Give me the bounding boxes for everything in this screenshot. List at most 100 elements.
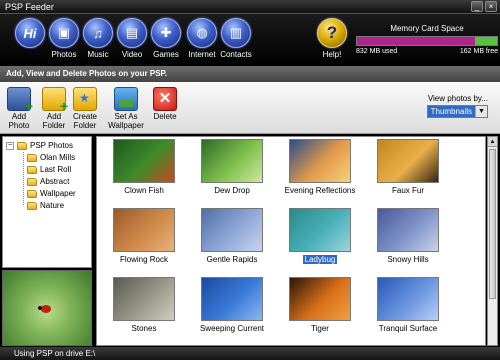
caption-text: Tiger — [311, 324, 329, 333]
thumbnail-image — [201, 139, 263, 183]
photo-thumbnail[interactable]: Snowy Hills — [365, 208, 451, 264]
thumbnail-image — [377, 277, 439, 321]
memory-used-value: 832 MB used — [356, 48, 398, 55]
photo-thumbnail[interactable]: Gentle Rapids — [189, 208, 275, 264]
thumbnail-image — [289, 277, 351, 321]
caption-text: Clown Fish — [124, 186, 164, 195]
memory-free-value: 162 MB free — [459, 48, 498, 55]
memory-card-space: Memory Card Space 832 MB used 162 MB fre… — [356, 24, 498, 55]
photo-thumbnail[interactable]: Faux Fur — [365, 139, 451, 195]
nav-music[interactable]: ♫ Music — [82, 18, 114, 59]
tree-item-label: Olan Mills — [40, 153, 76, 162]
create-folder-label: Create Folder — [72, 112, 97, 130]
toolbar: Add Photo Add Folder Create Folder Set A… — [0, 82, 500, 134]
tree-item-last-roll[interactable]: Last Roll — [27, 165, 71, 174]
nav-games[interactable]: ✚ Games — [150, 18, 182, 59]
caption-text: Faux Fur — [391, 186, 424, 195]
home-button[interactable]: Hi — [14, 18, 46, 48]
delete-button[interactable]: ✕ Delete — [143, 87, 187, 121]
nav-contacts[interactable]: ▥ Contacts — [220, 18, 252, 59]
thumbnail-caption: Sweeping Current — [189, 324, 275, 333]
section-header: Add, View and Delete Photos on your PSP. — [0, 66, 500, 82]
tree-line — [23, 152, 24, 205]
nav-video[interactable]: ▤ Video — [116, 18, 148, 59]
film-icon: ▤ — [117, 18, 147, 48]
photo-thumbnail[interactable]: Evening Reflections — [277, 139, 363, 195]
nav-internet[interactable]: ◍ Internet — [186, 18, 218, 59]
nav-photos[interactable]: ▣ Photos — [48, 18, 80, 59]
nav-label: Music — [87, 50, 109, 59]
section-title: Add, View and Delete Photos on your PSP. — [6, 69, 168, 78]
photo-thumbnail[interactable]: Tiger — [277, 277, 363, 333]
nav-label: Internet — [188, 50, 216, 59]
caption-text: Evening Reflections — [284, 186, 356, 195]
view-by-select[interactable]: Thumbnails ▼ — [426, 105, 488, 118]
window-controls: _ × — [471, 1, 497, 12]
thumbnail-image — [377, 208, 439, 252]
vertical-scrollbar[interactable]: ▲ — [487, 136, 498, 346]
close-button[interactable]: × — [485, 1, 497, 12]
delete-x-icon: ✕ — [153, 87, 177, 111]
home-hi-icon: Hi — [15, 18, 45, 48]
collapse-icon[interactable]: − — [6, 141, 14, 150]
set-wallpaper-button[interactable]: Set As Wallpaper — [104, 87, 148, 130]
nav-label: Video — [121, 50, 143, 59]
photo-thumbnail[interactable]: Clown Fish — [101, 139, 187, 195]
minimize-button[interactable]: _ — [471, 1, 483, 12]
tree-item-label: Wallpaper — [40, 189, 76, 198]
photo-thumbnail[interactable]: Stones — [101, 277, 187, 333]
tree-root[interactable]: − PSP Photos — [6, 141, 73, 150]
thumbnail-image — [201, 208, 263, 252]
title-bar: PSP Feeder _ × — [0, 0, 500, 14]
thumbnail-image — [113, 208, 175, 252]
folder-icon — [17, 141, 27, 150]
thumbnail-caption: Dew Drop — [189, 186, 275, 195]
memory-usage-bar — [356, 36, 498, 46]
thumbnail-image — [113, 139, 175, 183]
tree-item-label: Nature — [40, 201, 65, 210]
photo-thumbnail[interactable]: Tranquil Surface — [365, 277, 451, 333]
thumbnail-caption: Evening Reflections — [277, 186, 363, 195]
help-button[interactable]: ? Help! — [316, 18, 348, 59]
dropdown-arrow-icon[interactable]: ▼ — [475, 106, 487, 117]
scroll-up-icon[interactable]: ▲ — [488, 137, 497, 147]
caption-text: Ladybug — [301, 254, 339, 265]
create-folder-button[interactable]: Create Folder — [63, 87, 107, 130]
help-label: Help! — [322, 50, 342, 59]
gamepad-icon: ✚ — [151, 18, 181, 48]
photo-thumbnail[interactable]: Ladybug — [277, 208, 363, 265]
tree-item-label: Abstract — [40, 177, 70, 186]
tree-item-olan-mills[interactable]: Olan Mills — [27, 153, 75, 162]
wallpaper-monitor-icon — [114, 87, 138, 111]
ladybug-image — [38, 305, 51, 313]
folder-tree: − PSP Photos Olan Mills Last Roll Abstra… — [2, 136, 92, 268]
thumbnail-caption: Ladybug — [277, 254, 363, 265]
caption-text: Sweeping Current — [199, 324, 265, 333]
tree-item-wallpaper[interactable]: Wallpaper — [27, 189, 76, 198]
status-bar: Using PSP on drive E:\ — [0, 347, 500, 360]
window-title: PSP Feeder — [5, 2, 54, 12]
tree-item-nature[interactable]: Nature — [27, 201, 64, 210]
caption-text: Stones — [131, 324, 157, 333]
thumbnail-caption: Gentle Rapids — [189, 255, 275, 264]
caption-text: Flowing Rock — [119, 255, 168, 264]
delete-label: Delete — [153, 112, 177, 121]
nav-label: Games — [153, 50, 179, 59]
caption-text: Dew Drop — [214, 186, 250, 195]
thumbnail-caption: Tiger — [277, 324, 363, 333]
help-icon: ? — [317, 18, 347, 48]
main-nav: Hi ▣ Photos ♫ Music ▤ Video ✚ Games ◍ In… — [0, 14, 500, 66]
thumbnail-caption: Snowy Hills — [365, 255, 451, 264]
photo-thumbnail[interactable]: Dew Drop — [189, 139, 275, 195]
photo-thumbnail[interactable]: Sweeping Current — [189, 277, 275, 333]
caption-text: Gentle Rapids — [206, 255, 258, 264]
status-text: Using PSP on drive E:\ — [14, 349, 96, 358]
caption-text: Snowy Hills — [387, 255, 429, 264]
thumbnail-image — [201, 277, 263, 321]
photo-thumbnail[interactable]: Flowing Rock — [101, 208, 187, 264]
nav-label: Photos — [51, 50, 77, 59]
scroll-thumb[interactable] — [489, 149, 496, 299]
folder-icon — [27, 201, 37, 210]
tree-item-abstract[interactable]: Abstract — [27, 177, 69, 186]
memory-card-title: Memory Card Space — [390, 24, 464, 33]
